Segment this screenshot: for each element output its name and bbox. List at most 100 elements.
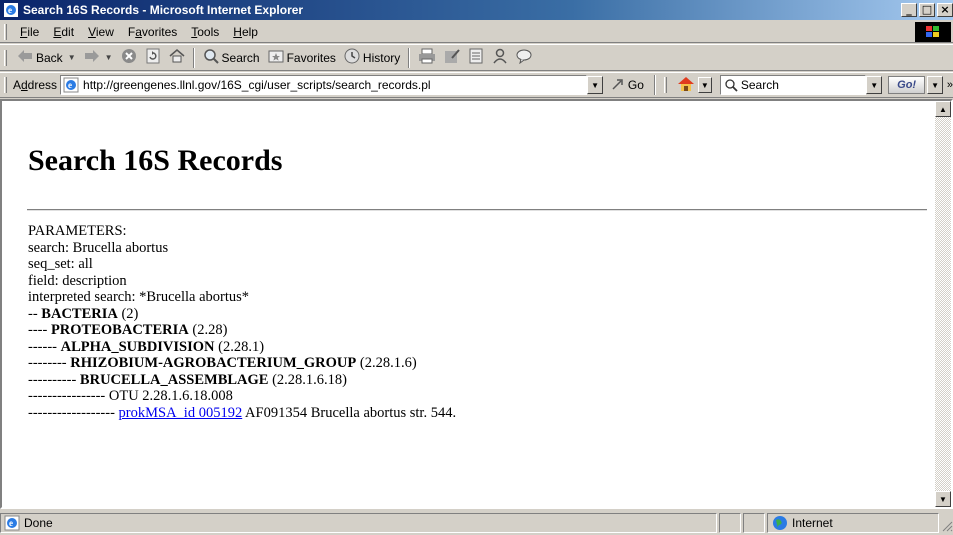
windows-logo-icon xyxy=(915,22,951,42)
toolbar-grip[interactable] xyxy=(4,49,7,66)
search-button[interactable]: Search xyxy=(199,47,264,69)
window-title: Search 16S Records - Microsoft Internet … xyxy=(23,3,304,17)
home-button[interactable] xyxy=(165,47,189,69)
search-icon xyxy=(203,48,219,67)
param-header: PARAMETERS: xyxy=(28,223,127,239)
scroll-down-icon[interactable]: ▼ xyxy=(935,491,951,507)
stop-icon xyxy=(121,48,137,67)
menu-bar: File Edit View Favorites Tools Help xyxy=(0,21,953,43)
forward-button[interactable]: ▼ xyxy=(80,47,117,69)
status-main-pane: e Done xyxy=(0,512,717,533)
people-icon xyxy=(492,48,508,67)
links-grip[interactable] xyxy=(663,77,667,93)
back-dropdown-icon[interactable]: ▼ xyxy=(68,53,76,62)
address-url[interactable]: http://greengenes.llnl.gov/16S_cgi/user_… xyxy=(83,78,586,92)
taxonomy-row: -- BACTERIA (2) xyxy=(28,305,139,322)
history-button[interactable]: History xyxy=(340,47,404,69)
ie-page-icon: e xyxy=(3,2,19,18)
go-label: Go xyxy=(627,78,644,92)
address-label: Address xyxy=(12,78,58,92)
home-dropdown-icon[interactable]: ▼ xyxy=(697,77,712,93)
vertical-scrollbar[interactable]: ▲ ▼ xyxy=(935,101,951,507)
document-icon xyxy=(468,48,484,67)
menu-view[interactable]: View xyxy=(81,25,121,39)
menu-help[interactable]: Help xyxy=(226,25,265,39)
title-bar: e Search 16S Records - Microsoft Interne… xyxy=(0,0,953,20)
svg-text:e: e xyxy=(68,80,72,90)
menu-file[interactable]: File xyxy=(13,25,46,39)
favorites-label: Favorites xyxy=(286,50,336,65)
status-pane xyxy=(743,512,765,533)
toolbar-separator xyxy=(653,75,656,95)
go-arrow-icon xyxy=(611,77,625,94)
edit-button[interactable] xyxy=(440,47,464,69)
address-input[interactable]: e http://greengenes.llnl.gov/16S_cgi/use… xyxy=(60,75,588,95)
status-pane xyxy=(719,512,741,533)
chat-button[interactable] xyxy=(512,47,536,69)
menubar-grip[interactable] xyxy=(4,23,7,40)
stop-button[interactable] xyxy=(117,47,141,69)
taxonomy-row: ---- PROTEOBACTERIA (2.28) xyxy=(28,322,228,338)
menu-edit[interactable]: Edit xyxy=(46,25,81,39)
divider xyxy=(27,209,927,211)
refresh-icon xyxy=(145,48,161,67)
addressbar-grip[interactable] xyxy=(4,77,7,93)
param-seq-set: seq_set: all xyxy=(28,256,93,272)
taxonomy-row: ---------- BRUCELLA_ASSEMBLAGE (2.28.1.6… xyxy=(28,371,348,388)
resize-grip[interactable] xyxy=(941,513,953,533)
print-button[interactable] xyxy=(414,47,440,69)
param-search: search: Brucella abortus xyxy=(28,239,169,256)
param-field: field: description xyxy=(28,272,127,289)
edit-icon xyxy=(444,48,461,67)
google-go-button[interactable]: Go! xyxy=(888,76,926,94)
menu-favorites[interactable]: Favorites xyxy=(121,25,184,39)
page-content: Search 16S Records PARAMETERS: search: B… xyxy=(2,101,935,507)
search-label: Search xyxy=(221,50,260,65)
toolbar-separator xyxy=(192,47,195,68)
toolbar-separator xyxy=(408,47,411,68)
messenger-button[interactable] xyxy=(488,47,512,69)
discuss-button[interactable] xyxy=(464,47,488,69)
history-icon xyxy=(344,48,360,67)
standard-toolbar: Back ▼ ▼ Search Favorites History xyxy=(0,44,953,71)
menu-tools[interactable]: Tools xyxy=(184,25,226,39)
scroll-up-icon[interactable]: ▲ xyxy=(935,101,951,117)
search-placeholder: Search xyxy=(740,78,779,92)
otu-row: ---------------- OTU 2.28.1.6.18.008 xyxy=(28,388,233,404)
ie-page-icon: e xyxy=(63,77,79,93)
search-dropdown-icon[interactable]: ▼ xyxy=(866,76,883,94)
address-dropdown-icon[interactable]: ▼ xyxy=(587,76,603,94)
forward-arrow-icon xyxy=(84,49,100,66)
svg-text:e: e xyxy=(9,518,13,528)
refresh-button[interactable] xyxy=(141,47,165,69)
home-menu-button[interactable]: ▼ xyxy=(673,74,716,96)
gobang-dropdown-icon[interactable]: ▼ xyxy=(927,76,943,94)
status-bar: e Done Internet xyxy=(0,510,953,535)
back-button[interactable]: Back ▼ xyxy=(13,47,80,69)
forward-dropdown-icon[interactable]: ▼ xyxy=(105,53,113,62)
home-icon xyxy=(677,76,695,95)
svg-text:e: e xyxy=(8,5,12,15)
param-interpreted: interpreted search: *Brucella abortus* xyxy=(28,289,250,305)
zone-label: Internet xyxy=(792,515,833,530)
record-link[interactable]: prokMSA_id 005192 xyxy=(119,405,243,421)
favorites-button[interactable]: Favorites xyxy=(264,47,340,69)
security-zone[interactable]: Internet xyxy=(767,512,939,533)
back-arrow-icon xyxy=(17,49,33,66)
history-label: History xyxy=(362,50,401,65)
page-title: Search 16S Records xyxy=(28,144,283,177)
taxonomy-row: -------- RHIZOBIUM-AGROBACTERIUM_GROUP (… xyxy=(28,355,417,371)
chat-bubble-icon xyxy=(516,48,532,67)
home-icon xyxy=(169,48,185,67)
status-text: Done xyxy=(24,515,53,530)
search-input[interactable]: Search xyxy=(719,75,867,95)
go-button[interactable]: Go xyxy=(611,77,644,94)
close-button[interactable]: × xyxy=(937,3,953,17)
maximize-button[interactable]: □ xyxy=(919,3,935,17)
back-label: Back xyxy=(36,50,63,65)
favorites-icon xyxy=(268,48,284,67)
chevron-more-icon[interactable]: » xyxy=(947,79,953,91)
record-row: ------------------ prokMSA_id 005192 AF0… xyxy=(28,404,457,421)
minimize-button[interactable]: _ xyxy=(901,3,917,17)
printer-icon xyxy=(418,48,436,67)
